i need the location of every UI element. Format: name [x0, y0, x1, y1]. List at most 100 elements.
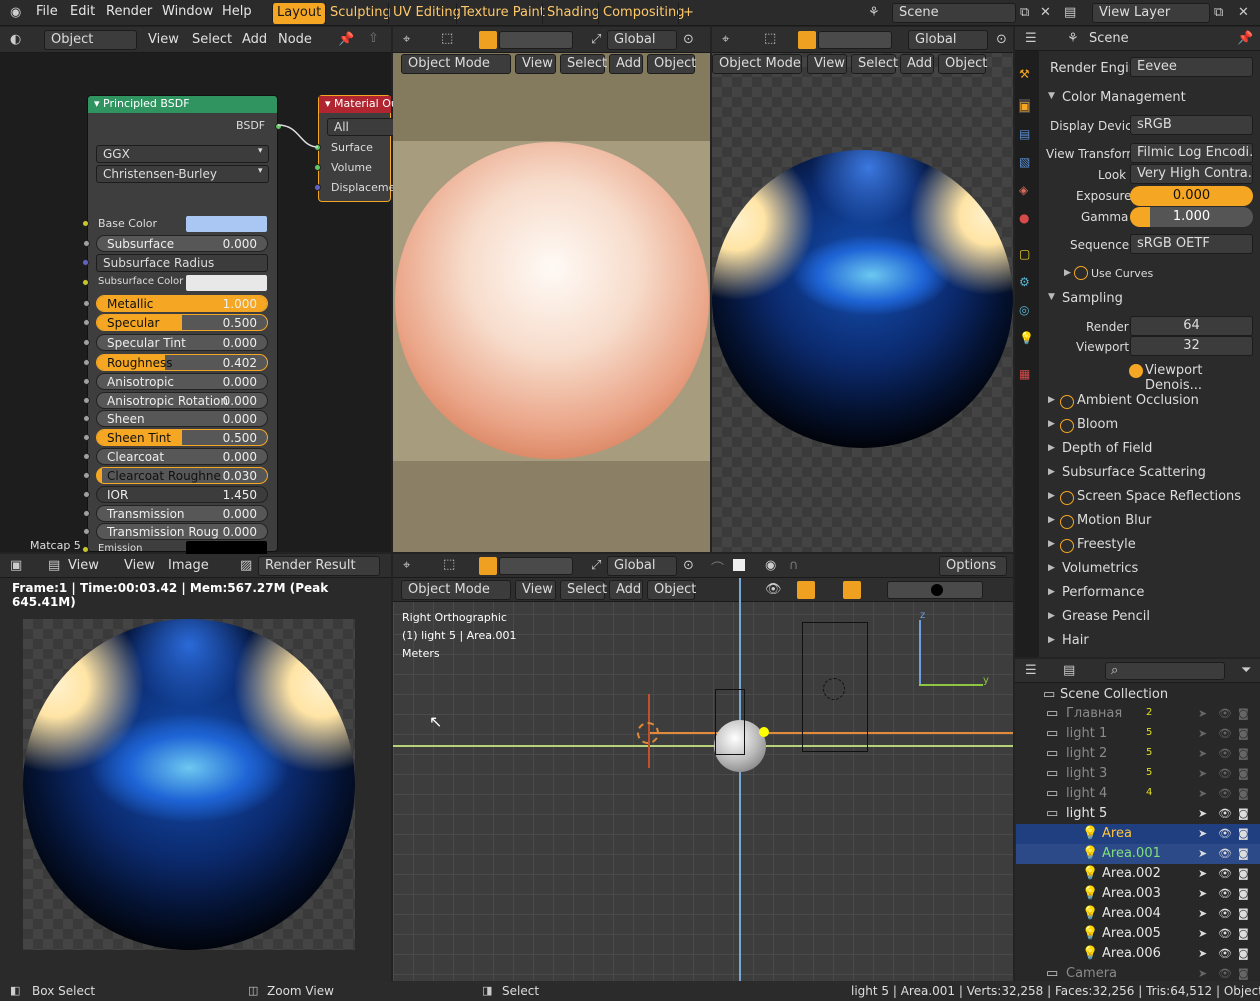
image-menu[interactable]: Image — [168, 558, 209, 573]
node-menu[interactable]: Node — [278, 32, 312, 47]
eye-icon[interactable]: 👁 — [1218, 707, 1232, 720]
outliner-item-name[interactable]: light 5 — [1066, 806, 1107, 821]
input-socket[interactable] — [83, 510, 90, 517]
editor-type-icon[interactable]: ⌖ — [722, 32, 729, 47]
tab-compositing[interactable]: Compositing — [598, 3, 689, 24]
expand-icon[interactable]: ▶ — [1048, 587, 1055, 597]
filter-icon[interactable]: ⏷ — [1241, 663, 1251, 678]
physics-tab-icon[interactable]: ◎ — [1019, 303, 1029, 317]
volume-input-socket[interactable] — [314, 164, 321, 171]
select-menu[interactable]: Select — [851, 54, 898, 74]
display-mode-icon[interactable]: ▤ — [1063, 663, 1075, 678]
eye-icon[interactable]: 👁 — [1218, 907, 1232, 920]
tool-tab-icon[interactable]: ⚒ — [1019, 67, 1030, 81]
tool-select-icon[interactable]: ⬚ — [441, 31, 453, 46]
gamma-slider[interactable]: 1.000 — [1130, 207, 1253, 227]
outliner-row[interactable]: 💡 Area.005 ➤ 👁 ◙ — [1016, 924, 1260, 944]
camera-icon[interactable]: ◙ — [1238, 747, 1249, 760]
image-editor[interactable]: ▣ ▤ View View Image ▨ Render Result Fram… — [0, 554, 391, 981]
pin-icon[interactable]: 📌 — [338, 32, 354, 47]
close-icon[interactable]: ✕ — [1040, 5, 1051, 20]
select-toggle-icon[interactable]: ➤ — [1198, 967, 1207, 980]
camera-icon[interactable]: ◙ — [1238, 887, 1249, 900]
bsdf-prop-sheen-tint[interactable]: Sheen Tint 0.500 — [83, 429, 268, 446]
select-toggle-icon[interactable]: ➤ — [1198, 887, 1207, 900]
panel-bloom[interactable]: Bloom — [1077, 417, 1118, 432]
camera-icon[interactable]: ◙ — [1238, 707, 1249, 720]
object-menu[interactable]: Object — [938, 54, 987, 74]
render-tab-icon[interactable]: ▣ — [1019, 99, 1031, 113]
panel-screen-space-reflections[interactable]: Screen Space Reflections — [1077, 489, 1241, 504]
select-new-icon[interactable] — [479, 557, 497, 575]
output-target-select[interactable]: All — [327, 118, 397, 136]
camera-icon[interactable]: ◙ — [1238, 847, 1249, 860]
displacement-input-socket[interactable] — [314, 184, 321, 191]
eye-icon[interactable]: 👁 — [1218, 827, 1232, 840]
input-socket[interactable] — [83, 339, 90, 346]
select-menu[interactable]: Select — [192, 32, 232, 47]
select-mode-icons[interactable] — [499, 31, 573, 49]
render-samples-field[interactable]: 64 — [1130, 316, 1253, 336]
bsdf-prop-specular-tint[interactable]: Specular Tint 0.000 — [83, 334, 268, 351]
bsdf-prop-clearcoat[interactable]: Clearcoat 0.000 — [83, 448, 268, 465]
viewport-shaded[interactable]: ⌖ ⬚ ⤢ Global ⊙ Object Mode View Select A… — [393, 27, 710, 552]
eye-icon[interactable]: 👁 — [1218, 847, 1232, 860]
view-dropdown[interactable]: View — [68, 558, 99, 573]
input-socket[interactable] — [83, 472, 90, 479]
eye-icon[interactable]: 👁 — [1218, 747, 1232, 760]
outliner-item-name[interactable]: Главная — [1066, 706, 1122, 721]
subsurface-color-swatch[interactable] — [186, 275, 267, 291]
copy-layer-icon[interactable]: ⧉ — [1214, 5, 1223, 20]
outliner-item-name[interactable]: Camera — [1066, 966, 1117, 981]
expand-icon[interactable]: ▶ — [1048, 515, 1055, 525]
bsdf-prop-ior[interactable]: IOR 1.450 — [83, 486, 268, 503]
camera-icon[interactable]: ◙ — [1238, 947, 1249, 960]
outliner-item-name[interactable]: Area.004 — [1102, 906, 1161, 921]
mode-select[interactable]: Object Mode — [712, 54, 802, 74]
select-toggle-icon[interactable]: ➤ — [1198, 787, 1207, 800]
color-management-panel[interactable]: Color Management — [1062, 90, 1186, 105]
expand-icon[interactable]: ▼ — [1048, 292, 1055, 302]
outliner-row[interactable]: ▭ light 4 4 ➤ 👁 ◙ — [1016, 784, 1260, 804]
outliner-item-name[interactable]: Area.003 — [1102, 886, 1161, 901]
bsdf-prop-transmission-roug[interactable]: Transmission Roug 0.000 — [83, 523, 268, 540]
eye-icon[interactable]: 👁 — [1218, 887, 1232, 900]
eye-icon[interactable]: 👁 — [1218, 807, 1232, 820]
add-menu[interactable]: Add — [609, 580, 643, 600]
outliner-row[interactable]: ▭ light 2 5 ➤ 👁 ◙ — [1016, 744, 1260, 764]
outliner-row[interactable]: ▭ light 3 5 ➤ 👁 ◙ — [1016, 764, 1260, 784]
select-toggle-icon[interactable]: ➤ — [1198, 707, 1207, 720]
expand-icon[interactable]: ▶ — [1048, 419, 1055, 429]
pivot-icon[interactable]: ⊙ — [996, 32, 1007, 47]
menu-render[interactable]: Render — [106, 4, 152, 19]
select-toggle-icon[interactable]: ➤ — [1198, 847, 1207, 860]
tab-uv-editing[interactable]: UV Editing — [388, 3, 465, 24]
view-menu[interactable]: View — [515, 580, 556, 600]
solid-shading-icon[interactable] — [931, 584, 943, 596]
subsurface-radius-socket[interactable] — [82, 259, 89, 266]
eye-icon[interactable]: 👁 — [1218, 727, 1232, 740]
view-menu[interactable]: View — [807, 54, 847, 74]
bsdf-prop-specular[interactable]: Specular 0.500 — [83, 314, 268, 331]
panel-enable-checkbox[interactable] — [1060, 395, 1074, 409]
expand-icon[interactable]: ▶ — [1064, 268, 1071, 278]
viewport-rendered[interactable]: ⌖ ⬚ Global ⊙ Object Mode View Select Add… — [712, 27, 1013, 552]
panel-subsurface-scattering[interactable]: Subsurface Scattering — [1062, 465, 1206, 480]
input-socket[interactable] — [83, 300, 90, 307]
add-menu[interactable]: Add — [900, 54, 934, 74]
expand-icon[interactable]: ▼ — [1048, 91, 1055, 101]
scene-field[interactable]: Scene — [892, 3, 1016, 23]
outliner-item-name[interactable]: light 3 — [1066, 766, 1107, 781]
base-color-socket[interactable] — [82, 220, 89, 227]
overlay-icon[interactable] — [843, 581, 861, 599]
input-socket[interactable] — [83, 415, 90, 422]
node-editor[interactable]: ◐ Object View Select Add Node 📌 ⇧ ▾ Prin… — [0, 27, 402, 578]
input-socket[interactable] — [83, 319, 90, 326]
outliner-item-name[interactable]: light 1 — [1066, 726, 1107, 741]
subsurface-color-socket[interactable] — [82, 279, 89, 286]
object-tab-icon[interactable]: ▢ — [1019, 247, 1030, 261]
tool-select-icon[interactable]: ⬚ — [764, 31, 776, 46]
camera-icon[interactable]: ◙ — [1238, 967, 1249, 980]
expand-icon[interactable]: ▶ — [1048, 539, 1055, 549]
options-dropdown[interactable]: Options — [939, 556, 1007, 576]
